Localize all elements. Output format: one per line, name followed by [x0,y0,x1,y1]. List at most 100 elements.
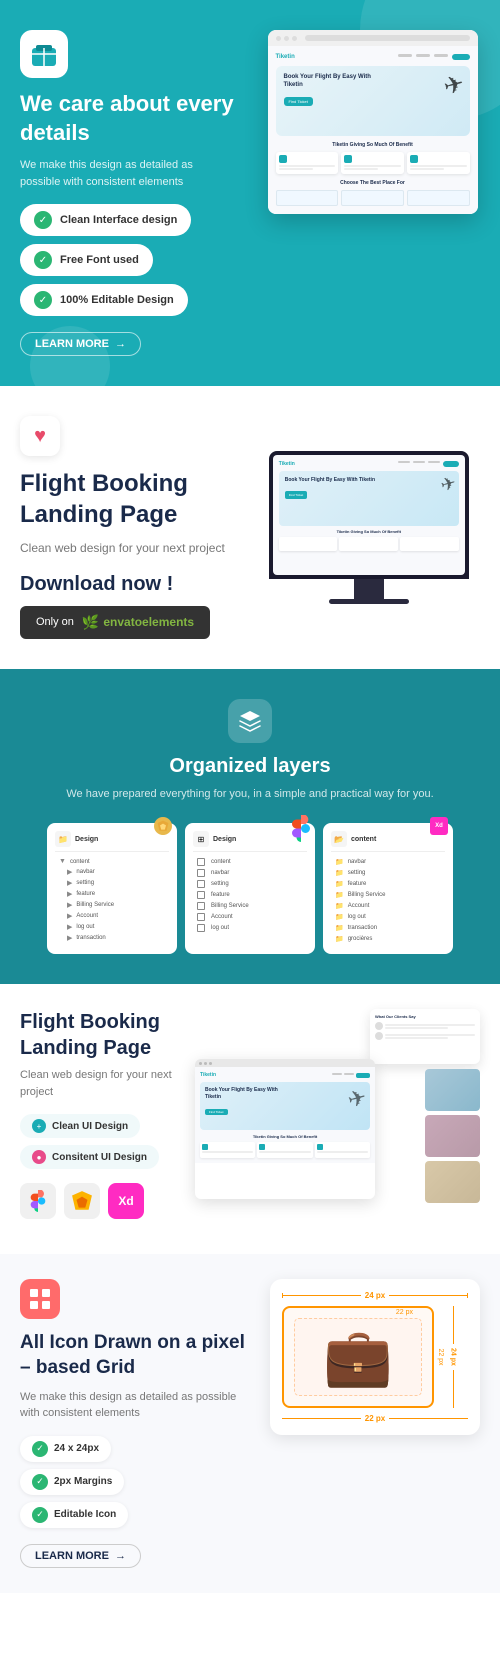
feature-text-1: Clean Interface design [60,214,177,226]
grid-icon-badge [20,1279,60,1319]
figma-panel-name: Design [213,836,236,843]
folder-icon: 📁 [335,880,344,888]
imac-airplane: ✈ [438,472,458,496]
folder-icon: 📁 [335,891,344,899]
imac-stand [354,579,384,599]
folder-icon: ▶ [67,879,72,887]
inner-grid-box: 22 px 22 px 💼 [294,1318,422,1396]
nav-link-3 [434,54,448,57]
mockup-card-1 [276,152,339,174]
layer-item-logout: ▶ log out [55,923,169,931]
dim-line-br [389,1418,468,1419]
dim-line-right [389,1295,468,1296]
envato-button[interactable]: Only on 🌿 envatoelements [20,606,210,639]
section-layers: Organized layers We have prepared everyt… [0,669,500,985]
feature-badge-3: ✓ 100% Editable Design [20,284,188,316]
feature-text-3: 100% Editable Design [60,294,174,306]
xd-layer-navbar: 📁 navbar [331,858,445,866]
browser-dot [209,1062,212,1065]
consistent-ui-icon: ● [32,1150,46,1164]
xd-layer-items: 📁 navbar 📁 setting 📁 feature 📁 Billing S… [331,858,445,943]
learn-more-button[interactable]: LEARN MORE → [20,332,141,356]
footer-card-2 [341,190,404,206]
figma-checkbox [197,924,205,932]
figma-checkbox [197,858,205,866]
inner-dim-top: 22 px [394,1309,415,1316]
tool-icons-row: Xd [20,1183,180,1219]
figma-layer-account: Account [193,913,307,921]
card-line [317,1151,368,1153]
check-icon-spec-2: ✓ [32,1474,48,1490]
layer-text: feature [211,892,230,898]
mockup-footer-text: Choose The Best Place For [276,180,470,186]
mockup-cards [276,152,470,174]
imac-screen-content: Tiketin Book Your Flight By Easy With Ti… [273,455,465,575]
testimonial-content-1 [385,1024,475,1029]
card-icon-1 [279,155,287,163]
layer-text: content [211,859,231,865]
section-product: ♥ Flight Booking Landing Page Clean web … [0,386,500,668]
clean-ui-text: Clean UI Design [52,1121,128,1132]
section-hero: We care about every details We make this… [0,0,500,386]
testimonial-preview: What Our Clients Say [370,1009,480,1064]
section-product-left: ♥ Flight Booking Landing Page Clean web … [20,416,243,638]
card-line [259,1151,310,1153]
layer-text: transaction [76,935,105,941]
xd-layer-transaction: 📁 transaction [331,924,445,932]
layer-text: log out [211,925,229,931]
figma-checkbox [197,902,205,910]
figma-logo [27,1190,49,1212]
envato-leaf-icon: 🌿 [82,614,99,631]
xd-layer-account: 📁 Account [331,902,445,910]
sketch-layer-items: ▼ content ▶ navbar ▶ setting ▶ feature ▶ [55,858,169,942]
nav-link-1 [398,54,412,57]
nav-btn [356,1073,370,1078]
folder-icon: 📁 [335,924,344,932]
text-line [385,1027,448,1029]
browser-mockup: Tiketin Book Your Flight By Easy With Ti… [268,30,478,214]
figma-layer-billing: Billing Service [193,902,307,910]
imac-navbar: Tiketin [279,461,459,467]
mockup-cta-button: Find Ticket [284,97,313,106]
sketch-badge [154,817,172,835]
learn-more-dark-button[interactable]: LEARN MORE → [20,1544,141,1568]
layer-item-navbar: ▶ navbar [55,868,169,876]
check-icon-1: ✓ [34,211,52,229]
imac-hero-section: Book Your Flight By Easy With Tiketin ✈ … [279,471,459,526]
outer-grid-box: 22 px 22 px 💼 [282,1306,434,1408]
folder-icon: ▶ [67,868,72,876]
sketch-icon [157,820,169,832]
icon-grid-container: 22 px 22 px 💼 [282,1306,434,1408]
imac-mockup: Tiketin Book Your Flight By Easy With Ti… [269,451,469,604]
layer-text: content [70,859,90,865]
preview-card [315,1142,370,1158]
figma-panel-header: ⊞ Design [193,831,307,852]
sketch-folder-icon: 📁 [55,831,71,847]
layer-text: setting [348,870,366,876]
figma-layer-feature: feature [193,891,307,899]
features-desc: Clean web design for your next project [20,1067,180,1100]
preview-nav-items [332,1073,370,1078]
imac-nav-link-2 [413,461,425,463]
card-line-6 [410,168,444,170]
imac-feature-cards [279,537,459,551]
check-icon-spec-3: ✓ [32,1507,48,1523]
sketch-panel-header: 📁 Design [55,831,169,852]
testimonial-item-1 [375,1022,475,1030]
figma-tool-icon [20,1183,56,1219]
imac-screen: Tiketin Book Your Flight By Easy With Ti… [269,451,469,579]
folder-icon: 📁 [335,858,344,866]
dimension-label-bottom: 22 px [282,1414,468,1423]
preview-stack: What Our Clients Say [195,1009,480,1229]
layer-item-feature: ▶ feature [55,890,169,898]
nav-link-2 [416,54,430,57]
layer-text: transaction [348,925,377,931]
package-icon [20,30,68,78]
imac-nav-cta [443,461,459,467]
mockup-navbar: Tiketin [276,54,470,60]
browser-preview-content: Tiketin Book Your Flight By Easy With Ti… [195,1067,375,1163]
card-line [202,1151,253,1153]
figma-badge [292,815,310,833]
browser-dot-1 [276,36,281,41]
mockup-logo: Tiketin [276,54,295,60]
